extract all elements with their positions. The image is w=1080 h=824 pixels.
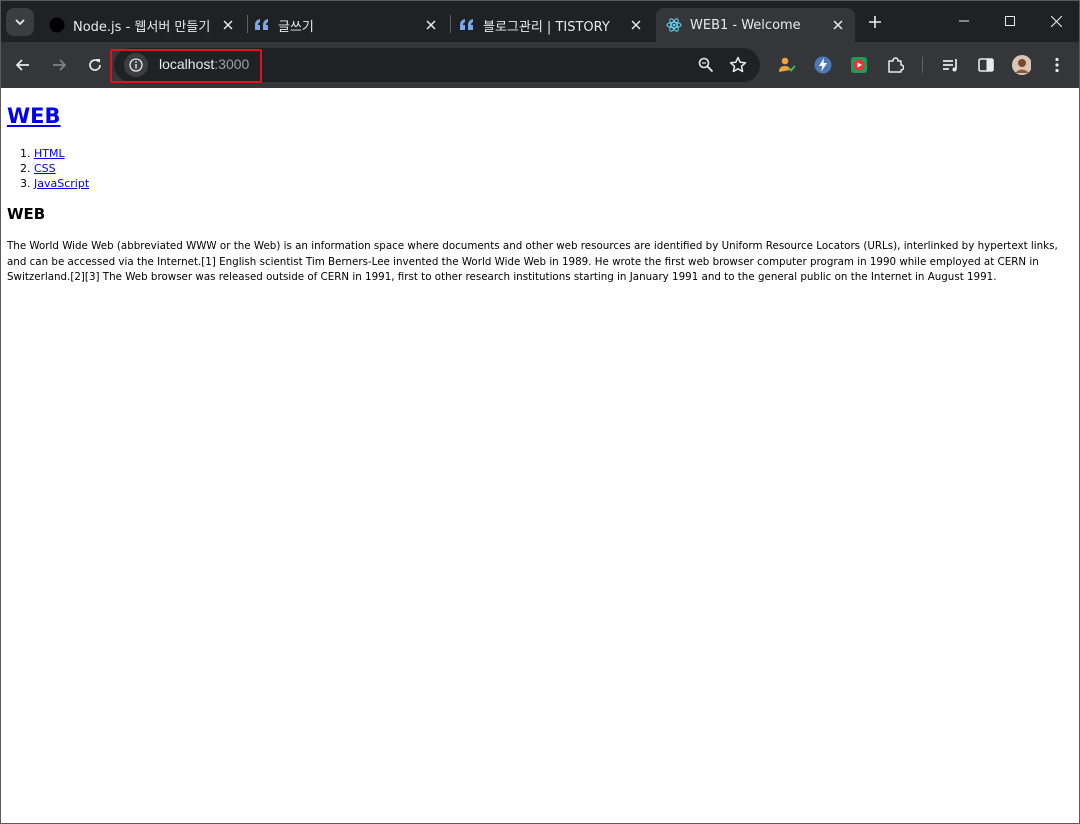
list-item: HTML bbox=[34, 146, 89, 161]
tab-title: Node.js - 웹서버 만들기 bbox=[73, 19, 211, 35]
tab-web1-welcome[interactable]: WEB1 - Welcome bbox=[656, 8, 855, 42]
tab-nodejs[interactable]: Node.js - 웹서버 만들기 bbox=[39, 8, 245, 42]
nav-link-css[interactable]: CSS bbox=[34, 162, 56, 175]
minimize-button[interactable] bbox=[941, 1, 987, 41]
star-icon bbox=[729, 56, 747, 73]
tab-title: 글쓰기 bbox=[278, 19, 314, 35]
zoom-button[interactable] bbox=[696, 55, 716, 75]
puzzle-icon bbox=[888, 57, 904, 73]
list-item: JavaScript bbox=[34, 176, 89, 191]
address-bar[interactable]: localhost:3000 bbox=[110, 48, 760, 83]
site-info-button[interactable] bbox=[124, 53, 148, 77]
topic-list: HTML CSS JavaScript bbox=[7, 146, 89, 191]
profile-avatar[interactable] bbox=[1011, 55, 1031, 75]
url-text[interactable]: localhost:3000 bbox=[159, 56, 249, 72]
media-controls-button[interactable] bbox=[941, 55, 961, 75]
close-icon[interactable] bbox=[422, 16, 440, 34]
tab-title: WEB1 - Welcome bbox=[690, 17, 801, 33]
black-circle-icon bbox=[49, 17, 65, 33]
toolbar-divider bbox=[922, 57, 923, 73]
avatar bbox=[1012, 55, 1031, 75]
tab-search-button[interactable] bbox=[6, 8, 34, 36]
maximize-button[interactable] bbox=[987, 1, 1033, 41]
back-button[interactable] bbox=[9, 51, 37, 79]
arrow-left-icon bbox=[15, 59, 29, 71]
page-content: WEB HTML CSS JavaScript WEB The World Wi… bbox=[1, 88, 1079, 823]
lightning-icon bbox=[814, 56, 832, 74]
browser-window: Node.js - 웹서버 만들기 글쓰기 블로그관리 | TISTORY WE… bbox=[0, 0, 1080, 824]
nav-link-javascript[interactable]: JavaScript bbox=[34, 177, 89, 190]
section-body: The World Wide Web (abbreviated WWW or t… bbox=[7, 240, 1058, 283]
playlist-icon bbox=[943, 59, 957, 72]
maximize-icon bbox=[1005, 16, 1015, 26]
home-link[interactable]: WEB bbox=[7, 104, 61, 128]
tab-blog-admin[interactable]: 블로그관리 | TISTORY bbox=[449, 8, 653, 42]
close-icon[interactable] bbox=[829, 16, 847, 34]
url-host: localhost bbox=[159, 56, 215, 72]
chevron-down-icon bbox=[15, 19, 25, 26]
bookmark-button[interactable] bbox=[728, 55, 748, 75]
extensions-button[interactable] bbox=[885, 55, 905, 75]
section-title: WEB bbox=[7, 205, 46, 223]
reload-icon bbox=[89, 59, 101, 71]
tistory-quote-icon bbox=[459, 17, 475, 33]
new-tab-button[interactable] bbox=[863, 10, 887, 34]
zoom-icon bbox=[698, 57, 714, 73]
close-window-button[interactable] bbox=[1033, 1, 1079, 41]
page-title: WEB bbox=[7, 104, 61, 128]
extension-lightning[interactable] bbox=[813, 55, 833, 75]
url-port: :3000 bbox=[214, 56, 250, 72]
tab-write[interactable]: 글쓰기 bbox=[244, 8, 448, 42]
minimize-icon bbox=[959, 20, 969, 22]
more-vert-icon bbox=[1055, 57, 1059, 73]
close-icon[interactable] bbox=[219, 16, 237, 34]
tistory-quote-icon bbox=[254, 17, 270, 33]
person-check-icon bbox=[779, 57, 796, 72]
arrow-right-icon bbox=[53, 59, 67, 71]
reload-button[interactable] bbox=[81, 51, 109, 79]
extension-profile-check[interactable] bbox=[777, 55, 797, 75]
tab-title: 블로그관리 | TISTORY bbox=[483, 19, 610, 35]
tab-strip: Node.js - 웹서버 만들기 글쓰기 블로그관리 | TISTORY WE… bbox=[1, 1, 1079, 42]
video-play-icon bbox=[851, 57, 867, 73]
browser-menu-button[interactable] bbox=[1047, 55, 1067, 75]
list-item: CSS bbox=[34, 161, 89, 176]
info-icon bbox=[129, 58, 143, 72]
close-icon bbox=[1050, 15, 1062, 27]
extension-video[interactable] bbox=[849, 55, 869, 75]
side-panel-button[interactable] bbox=[976, 55, 996, 75]
browser-toolbar: localhost:3000 bbox=[1, 42, 1079, 88]
close-icon[interactable] bbox=[627, 16, 645, 34]
plus-icon bbox=[869, 16, 881, 28]
react-icon bbox=[666, 17, 682, 33]
side-panel-icon bbox=[978, 58, 994, 72]
forward-button[interactable] bbox=[45, 51, 73, 79]
nav-link-html[interactable]: HTML bbox=[34, 147, 65, 160]
